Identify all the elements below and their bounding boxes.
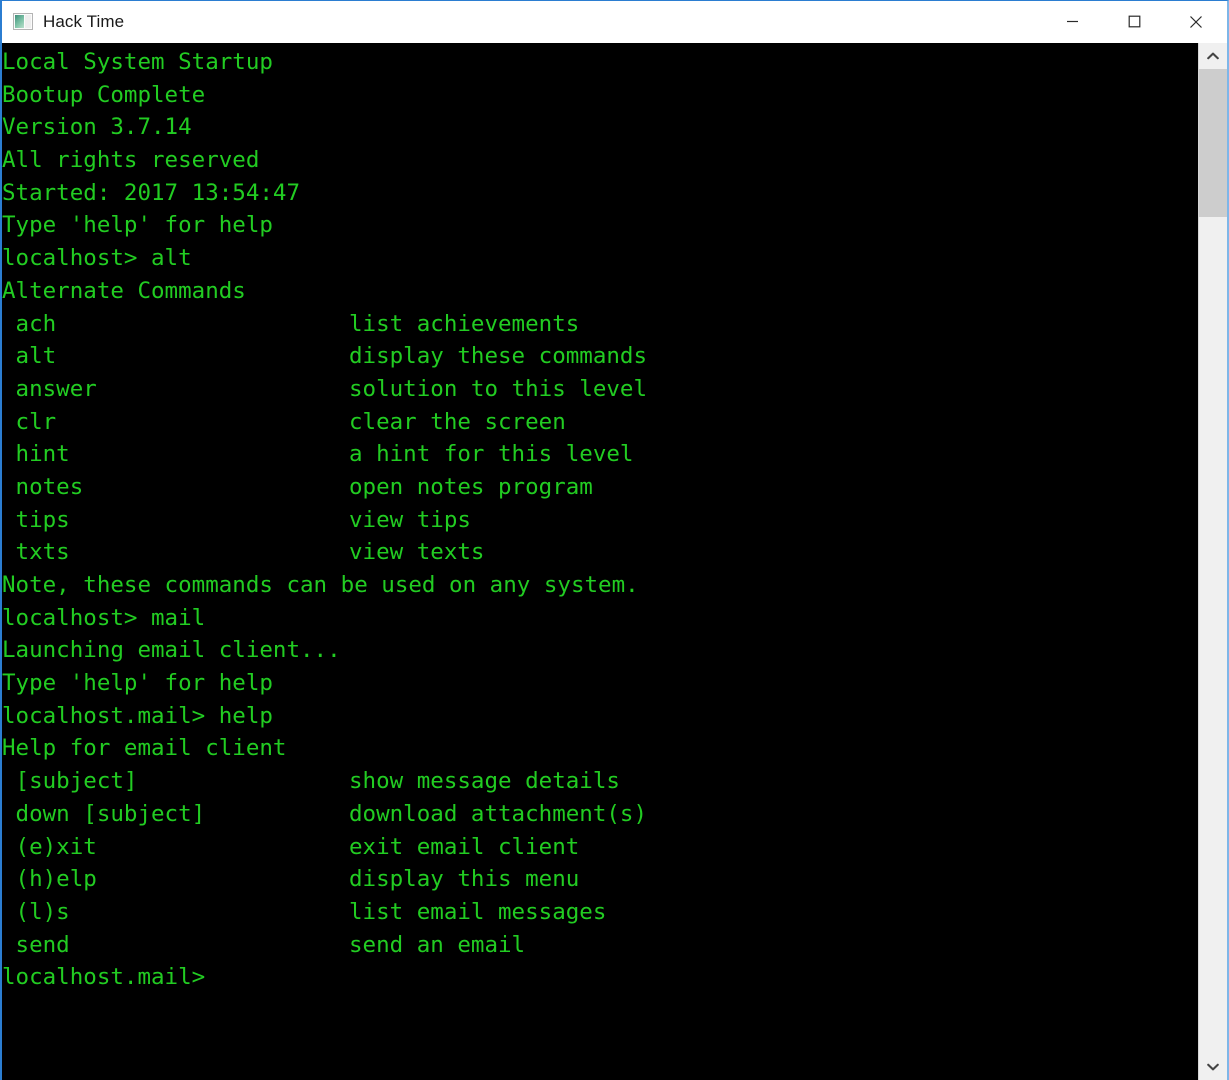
command-description: show message details [349, 768, 620, 795]
command-name: down [subject] [2, 800, 206, 827]
command-description: list achievements [349, 310, 580, 337]
command-row: txts view texts [2, 536, 1198, 569]
command-row: answer solution to this level [2, 373, 1198, 406]
app-window: Hack Time Local System Startup Bootup Co… [0, 0, 1229, 1080]
maximize-icon [1128, 15, 1140, 28]
command-row: [subject] show message details [2, 765, 1198, 798]
terminal-line: Version 3.7.14 [2, 114, 192, 141]
window-title: Hack Time [43, 11, 125, 31]
command-row: (h)elp display this menu [2, 863, 1198, 896]
chevron-down-icon [1207, 1063, 1219, 1071]
terminal-line: All rights reserved [2, 147, 260, 174]
command-row: tips view tips [2, 504, 1198, 537]
window-body: Local System Startup Bootup Complete Ver… [2, 43, 1227, 1080]
command-description: download attachment(s) [349, 800, 648, 827]
chevron-up-icon [1207, 52, 1219, 60]
scrollbar-track[interactable] [1199, 69, 1227, 1054]
command-name: (e)xit [2, 833, 97, 860]
terminal-line: Bootup Complete [2, 81, 206, 108]
command-row: notes open notes program [2, 471, 1198, 504]
command-description: open notes program [349, 473, 593, 500]
command-name: txts [2, 539, 70, 566]
command-name: (l)s [2, 898, 70, 925]
terminal-prompt-line: localhost> alt [2, 245, 192, 272]
vertical-scrollbar[interactable] [1198, 43, 1227, 1080]
minimize-button[interactable] [1041, 1, 1103, 42]
command-row: hint a hint for this level [2, 438, 1198, 471]
command-description: clear the screen [349, 408, 566, 435]
terminal-section-header: Help for email client [2, 735, 287, 762]
command-name: answer [2, 375, 97, 402]
terminal-current-prompt: localhost.mail> [2, 964, 206, 991]
command-description: display these commands [349, 343, 648, 370]
terminal-line: Launching email client... [2, 637, 341, 664]
command-name: tips [2, 506, 70, 533]
command-name: alt [2, 343, 57, 370]
command-description: a hint for this level [349, 441, 634, 468]
terminal-note: Note, these commands can be used on any … [2, 572, 639, 598]
close-icon [1190, 15, 1202, 28]
command-description: exit email client [349, 833, 580, 860]
command-name: hint [2, 441, 70, 468]
command-row: send send an email [2, 929, 1198, 962]
command-description: list email messages [349, 898, 607, 925]
terminal-line: Started: 2017 13:54:47 [2, 179, 301, 206]
command-description: send an email [349, 931, 526, 958]
scroll-up-button[interactable] [1199, 43, 1227, 69]
terminal-line: Local System Startup [2, 49, 273, 75]
terminal-prompt-line: localhost.mail> help [2, 702, 273, 729]
command-row: (e)xit exit email client [2, 831, 1198, 864]
command-name: ach [2, 310, 57, 337]
command-description: view texts [349, 539, 485, 566]
command-name: notes [2, 473, 84, 500]
scroll-down-button[interactable] [1199, 1054, 1227, 1080]
command-name: clr [2, 408, 57, 435]
command-row: alt display these commands [2, 340, 1198, 373]
command-row: ach list achievements [2, 308, 1198, 341]
maximize-button[interactable] [1103, 1, 1165, 42]
command-row: down [subject] download attachment(s) [2, 798, 1198, 831]
command-description: display this menu [349, 866, 580, 893]
titlebar[interactable]: Hack Time [2, 1, 1227, 43]
terminal-output[interactable]: Local System Startup Bootup Complete Ver… [2, 43, 1198, 1080]
terminal-line: Type 'help' for help [2, 670, 273, 697]
command-name: send [2, 931, 70, 958]
app-window-icon [13, 12, 33, 31]
command-name: (h)elp [2, 866, 97, 893]
window-controls [1041, 1, 1227, 42]
command-row: (l)s list email messages [2, 896, 1198, 929]
command-description: solution to this level [349, 375, 648, 402]
terminal-prompt-line: localhost> mail [2, 604, 206, 631]
command-row: clr clear the screen [2, 406, 1198, 439]
terminal-lines: Local System Startup Bootup Complete Ver… [2, 43, 1198, 994]
scrollbar-thumb[interactable] [1199, 69, 1227, 217]
terminal-section-header: Alternate Commands [2, 277, 246, 304]
terminal-line: Type 'help' for help [2, 212, 273, 239]
close-button[interactable] [1165, 1, 1227, 42]
command-name: [subject] [2, 768, 138, 795]
minimize-icon [1066, 20, 1078, 23]
command-description: view tips [349, 506, 471, 533]
